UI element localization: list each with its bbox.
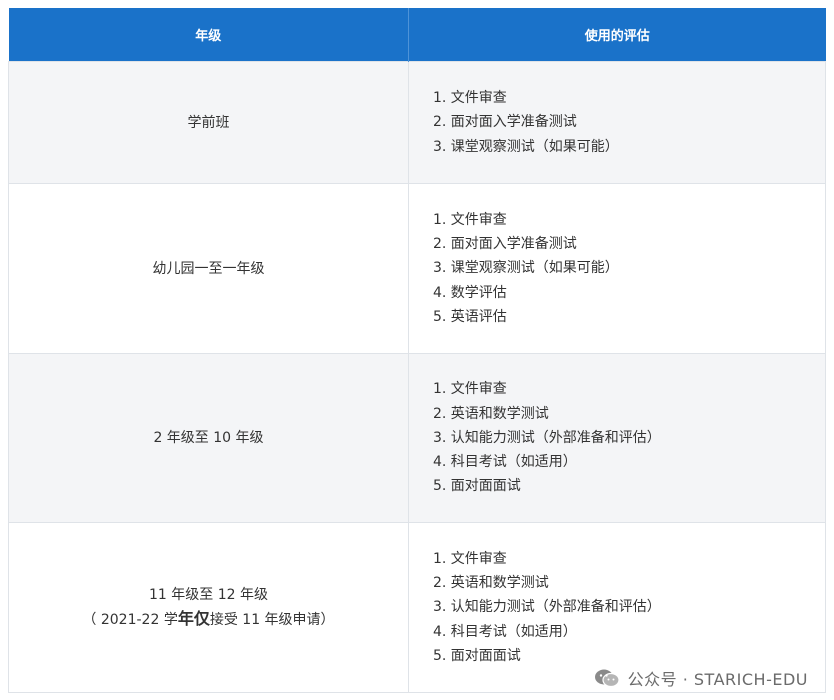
grade-label: 11 年级至 12 年级 xyxy=(149,587,268,603)
list-item: 5. 面对面面试 xyxy=(433,647,521,664)
list-item: 4. 科目考试（如适用） xyxy=(433,454,577,471)
assessment-list: 1. 文件审查 2. 面对面入学准备测试 3. 课堂观察测试（如果可能） xyxy=(433,86,825,159)
watermark-text: 公众号 · STARICH-EDU xyxy=(627,670,808,689)
assessment-cell: 1. 文件审查 2. 面对面入学准备测试 3. 课堂观察测试（如果可能） xyxy=(408,61,826,184)
list-item: 4. 科目考试（如适用） xyxy=(433,623,577,640)
assessment-list: 1. 文件审查 2. 面对面入学准备测试 3. 课堂观察测试（如果可能） 4. … xyxy=(433,208,825,329)
grade-cell: 幼儿园一至一年级 xyxy=(8,183,409,354)
header-assessment: 使用的评估 xyxy=(408,8,826,62)
list-item: 5. 英语评估 xyxy=(433,308,507,325)
grade-cell: 2 年级至 10 年级 xyxy=(8,353,409,523)
list-item: 3. 课堂观察测试（如果可能） xyxy=(433,260,619,277)
list-item: 1. 文件审查 xyxy=(433,550,507,567)
assessment-list: 1. 文件审查 2. 英语和数学测试 3. 认知能力测试（外部准备和评估） 4.… xyxy=(433,377,825,498)
list-item: 1. 文件审查 xyxy=(433,211,507,228)
table-row: 学前班 1. 文件审查 2. 面对面入学准备测试 3. 课堂观察测试（如果可能） xyxy=(8,61,826,184)
grade-note-strong: 年仅 xyxy=(177,609,210,628)
grade-note: （ 2021-22 学年仅接受 11 年级申请） xyxy=(9,607,408,632)
admission-assessment-table: 年级 使用的评估 学前班 1. 文件审查 2. 面对面入学准备测试 3. 课堂观… xyxy=(8,8,826,693)
table-row: 幼儿园一至一年级 1. 文件审查 2. 面对面入学准备测试 3. 课堂观察测试（… xyxy=(8,183,826,354)
list-item: 2. 英语和数学测试 xyxy=(433,575,549,592)
grade-cell: 11 年级至 12 年级 （ 2021-22 学年仅接受 11 年级申请） xyxy=(8,522,409,693)
grade-note-pre: （ 2021-22 学 xyxy=(82,612,178,628)
grade-note-post: 接受 11 年级申请） xyxy=(209,612,335,628)
header-grade: 年级 xyxy=(8,8,409,62)
list-item: 1. 文件审查 xyxy=(433,381,507,398)
assessment-cell: 1. 文件审查 2. 英语和数学测试 3. 认知能力测试（外部准备和评估） 4.… xyxy=(408,353,826,523)
list-item: 2. 英语和数学测试 xyxy=(433,405,549,422)
table-row: 2 年级至 10 年级 1. 文件审查 2. 英语和数学测试 3. 认知能力测试… xyxy=(8,353,826,523)
wechat-icon xyxy=(594,669,620,688)
list-item: 3. 课堂观察测试（如果可能） xyxy=(433,138,619,155)
list-item: 5. 面对面面试 xyxy=(433,478,521,495)
list-item: 3. 认知能力测试（外部准备和评估） xyxy=(433,599,661,616)
list-item: 2. 面对面入学准备测试 xyxy=(433,114,577,131)
assessment-list: 1. 文件审查 2. 英语和数学测试 3. 认知能力测试（外部准备和评估） 4.… xyxy=(433,547,825,668)
list-item: 4. 数学评估 xyxy=(433,284,507,301)
grade-cell: 学前班 xyxy=(8,61,409,184)
list-item: 1. 文件审查 xyxy=(433,90,507,107)
watermark: 公众号 · STARICH-EDU xyxy=(594,666,808,690)
list-item: 2. 面对面入学准备测试 xyxy=(433,236,577,253)
list-item: 3. 认知能力测试（外部准备和评估） xyxy=(433,429,661,446)
table-header-row: 年级 使用的评估 xyxy=(8,8,826,62)
assessment-cell: 1. 文件审查 2. 面对面入学准备测试 3. 课堂观察测试（如果可能） 4. … xyxy=(408,183,826,354)
